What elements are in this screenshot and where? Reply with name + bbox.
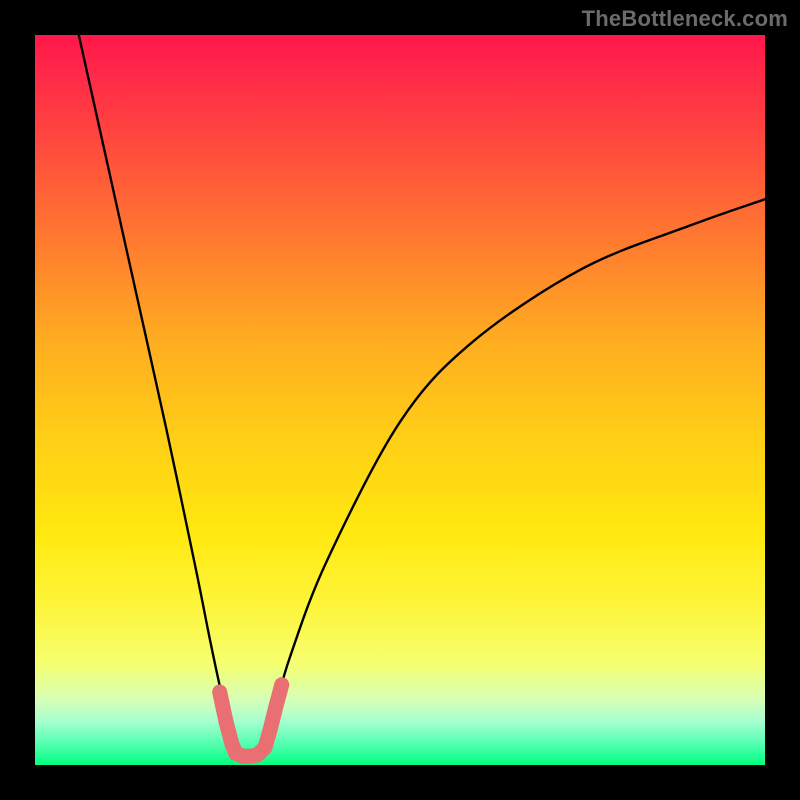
chart-frame: TheBottleneck.com	[0, 0, 800, 800]
plot-area	[35, 35, 765, 765]
bottleneck-curve	[79, 35, 765, 762]
highlight-right	[265, 685, 282, 748]
highlight-left	[220, 692, 236, 753]
watermark-text: TheBottleneck.com	[582, 6, 788, 32]
curve-layer	[35, 35, 765, 765]
